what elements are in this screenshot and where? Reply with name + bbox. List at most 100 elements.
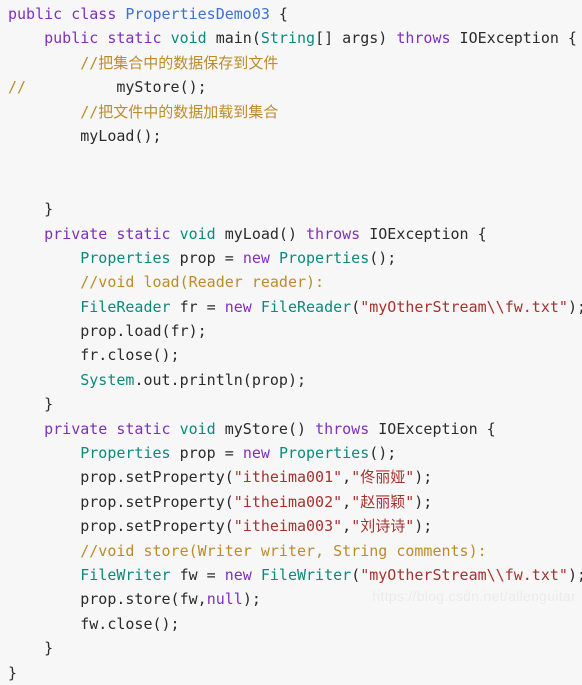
- code-token-type: String: [260, 29, 316, 48]
- code-line[interactable]: prop.load(fr);: [0, 319, 582, 343]
- code-token-plain: .out.println(prop);: [134, 370, 307, 389]
- code-token-kw: public: [44, 29, 99, 48]
- code-line[interactable]: fr.close();: [0, 343, 582, 367]
- code-line[interactable]: [0, 148, 582, 172]
- code-line[interactable]: prop.setProperty("itheima001","佟丽娅");: [0, 465, 582, 489]
- code-line[interactable]: // myStore();: [0, 75, 582, 99]
- code-token-str: "itheima002": [233, 492, 343, 511]
- code-token-kw: new: [242, 248, 270, 267]
- code-token-plain: IOException {: [360, 224, 487, 243]
- code-token-plain: myStore(): [215, 419, 316, 438]
- code-line[interactable]: prop.setProperty("itheima002","赵丽颖");: [0, 490, 582, 514]
- code-line[interactable]: //把集合中的数据保存到文件: [0, 51, 582, 75]
- code-editor-view: public class PropertiesDemo03 { public s…: [0, 2, 582, 682]
- code-token-type: Properties: [80, 248, 171, 267]
- code-token-str: "赵丽颖": [351, 492, 415, 511]
- code-line[interactable]: }: [0, 197, 582, 221]
- code-token-plain: );: [242, 590, 261, 609]
- code-token-plain: prop.store(fw,: [8, 590, 207, 609]
- code-token-type: FileReader: [260, 297, 352, 316]
- code-token-type: Properties: [80, 444, 171, 463]
- code-line[interactable]: FileWriter fw = new FileWriter("myOtherS…: [0, 563, 582, 587]
- code-token-kw: throws: [306, 224, 361, 243]
- code-line[interactable]: public class PropertiesDemo03 {: [0, 2, 582, 26]
- code-token-kw: new: [224, 297, 252, 316]
- code-token-kw: class: [71, 5, 117, 23]
- code-line[interactable]: //把文件中的数据加载到集合: [0, 100, 582, 124]
- code-token-com: //: [8, 78, 27, 97]
- code-line[interactable]: Properties prop = new Properties();: [0, 441, 582, 465]
- code-token-str: "itheima001": [233, 468, 343, 487]
- code-token-plain: myStore();: [26, 78, 207, 97]
- code-token-com: //把集合中的数据保存到文件: [80, 53, 279, 72]
- code-token-kw: private: [44, 419, 108, 438]
- code-token-str: "佟丽娅": [351, 468, 415, 487]
- code-token-type: void: [179, 224, 216, 243]
- code-token-kw: new: [242, 444, 270, 463]
- code-line[interactable]: }: [0, 661, 582, 685]
- code-token-kw: throws: [396, 29, 451, 48]
- code-token-plain: ,: [342, 517, 352, 536]
- code-token-plain: prop =: [170, 248, 243, 267]
- code-token-plain: (: [351, 565, 361, 584]
- code-token-plain: ();: [369, 444, 397, 463]
- code-line[interactable]: prop.setProperty("itheima003","刘诗诗");: [0, 514, 582, 538]
- code-token-kw: throws: [315, 419, 370, 438]
- code-line[interactable]: private static void myStore() throws IOE…: [0, 417, 582, 441]
- code-token-kw: new: [224, 565, 252, 584]
- code-token-kw: public: [8, 5, 63, 23]
- code-token-plain: [] args): [315, 29, 397, 48]
- code-line[interactable]: }: [0, 392, 582, 416]
- code-token-plain: }: [8, 663, 18, 682]
- code-token-plain: );: [414, 468, 433, 487]
- code-token-plain: IOException {: [369, 419, 496, 438]
- code-token-null: null: [206, 590, 243, 609]
- code-token-plain: }: [8, 395, 54, 414]
- code-line[interactable]: }: [0, 636, 582, 660]
- code-token-type: Properties: [278, 444, 370, 463]
- code-token-plain: main(: [206, 29, 261, 48]
- code-token-cls: PropertiesDemo03: [125, 5, 270, 23]
- code-token-plain: }: [8, 200, 54, 219]
- code-token-str: "itheima003": [233, 517, 343, 536]
- code-token-type: FileWriter: [80, 565, 171, 584]
- code-token-type: Properties: [278, 248, 370, 267]
- code-token-plain: );: [414, 492, 433, 511]
- code-line[interactable]: [0, 173, 582, 197]
- code-token-plain: );: [567, 297, 582, 316]
- code-token-plain: prop.setProperty(: [8, 492, 234, 511]
- code-token-plain: {: [269, 5, 288, 23]
- code-token-plain: ();: [369, 248, 397, 267]
- code-token-plain: IOException {: [450, 29, 577, 48]
- code-token-com: //void load(Reader reader):: [80, 273, 325, 292]
- code-line[interactable]: public static void main(String[] args) t…: [0, 26, 582, 50]
- code-token-kw: private: [44, 224, 108, 243]
- code-line[interactable]: System.out.println(prop);: [0, 368, 582, 392]
- code-token-str: "myOtherStream\\fw.txt": [360, 565, 568, 584]
- code-token-kw: static: [116, 224, 171, 243]
- code-listing: public class PropertiesDemo03 { public s…: [0, 2, 582, 685]
- code-line[interactable]: myLoad();: [0, 124, 582, 148]
- code-line[interactable]: private static void myLoad() throws IOEx…: [0, 222, 582, 246]
- code-line[interactable]: //void load(Reader reader):: [0, 270, 582, 294]
- code-line[interactable]: //void store(Writer writer, String comme…: [0, 539, 582, 563]
- code-token-str: "myOtherStream\\fw.txt": [360, 297, 568, 316]
- code-line[interactable]: Properties prop = new Properties();: [0, 246, 582, 270]
- code-line[interactable]: FileReader fr = new FileReader("myOtherS…: [0, 295, 582, 319]
- code-token-kw: static: [107, 29, 162, 48]
